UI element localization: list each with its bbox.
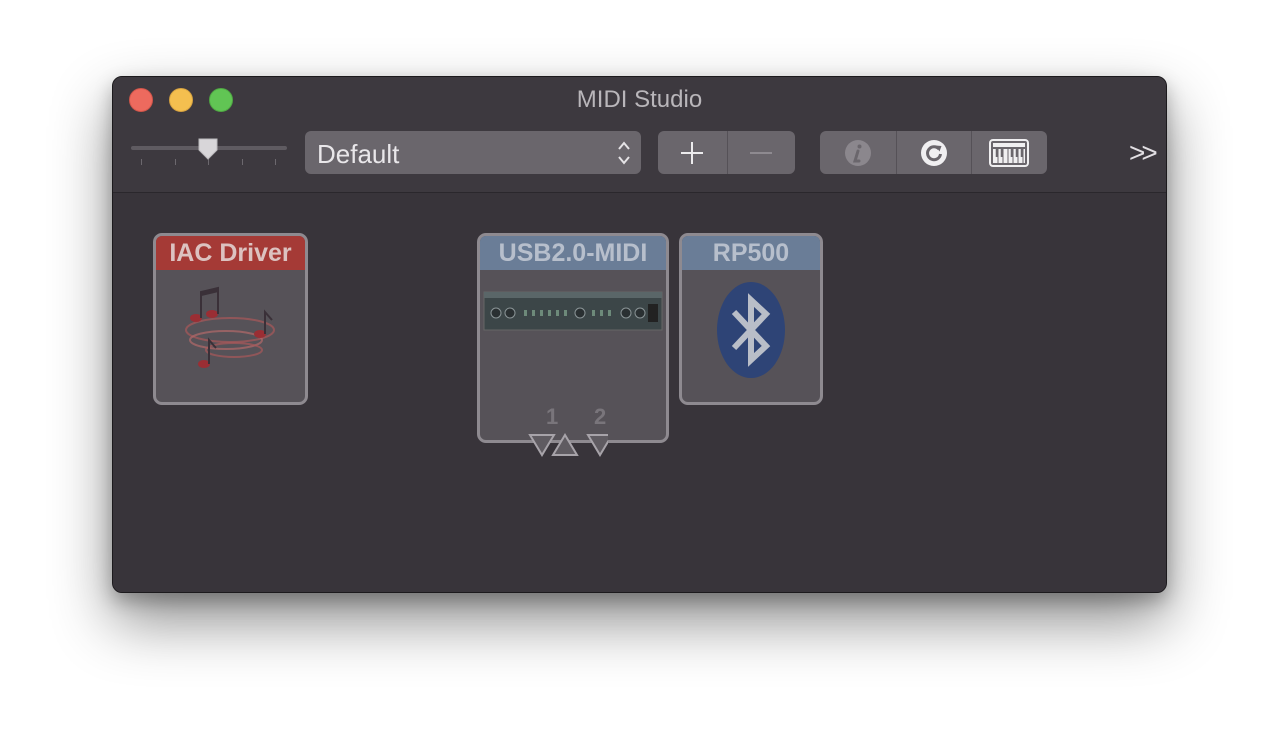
info-icon bbox=[844, 139, 871, 166]
slider-tick bbox=[175, 159, 176, 165]
midi-port-connectors[interactable] bbox=[528, 433, 608, 459]
window-title: MIDI Studio bbox=[576, 86, 703, 113]
midi-interface-icon bbox=[483, 291, 663, 331]
configuration-popup[interactable]: Default bbox=[305, 131, 641, 174]
slider-tick bbox=[275, 159, 276, 165]
show-info-button[interactable] bbox=[820, 131, 896, 174]
titlebar: MIDI Studio Default >> bbox=[113, 77, 1166, 193]
device-usb2-midi[interactable]: USB2.0-MIDI 1 2 bbox=[477, 233, 669, 443]
music-notes-icon bbox=[185, 286, 275, 368]
device-canvas: IAC Driver USB2.0-MIDI 1 2 RP500 bbox=[113, 193, 1166, 592]
remove-configuration-button[interactable] bbox=[726, 131, 796, 174]
bluetooth-icon bbox=[717, 282, 785, 378]
add-configuration-button[interactable] bbox=[658, 131, 727, 174]
rescan-midi-button[interactable] bbox=[895, 131, 972, 174]
device-name: USB2.0-MIDI bbox=[480, 236, 666, 270]
rescan-icon bbox=[920, 139, 947, 166]
device-name: IAC Driver bbox=[156, 236, 305, 270]
add-remove-segment bbox=[658, 131, 795, 174]
up-down-chevron-icon bbox=[618, 141, 630, 165]
device-rp500[interactable]: RP500 bbox=[679, 233, 823, 405]
device-name: RP500 bbox=[682, 236, 820, 270]
toolbar-overflow-button[interactable]: >> bbox=[1129, 137, 1158, 169]
slider-thumb[interactable] bbox=[197, 137, 219, 161]
slider-tick bbox=[242, 159, 243, 165]
slider-tick bbox=[141, 159, 142, 165]
icon-size-slider[interactable] bbox=[131, 135, 287, 167]
midi-studio-window: MIDI Studio Default >> IAC Driver USB2.0… bbox=[112, 76, 1167, 593]
configuration-value: Default bbox=[317, 139, 400, 169]
piano-keyboard-icon bbox=[989, 138, 1030, 167]
device-iac-driver[interactable]: IAC Driver bbox=[153, 233, 308, 405]
minus-icon bbox=[750, 151, 773, 154]
device-tools-segment bbox=[820, 131, 1047, 174]
test-setup-button[interactable] bbox=[971, 131, 1047, 174]
plus-icon bbox=[681, 141, 704, 164]
port-number: 1 bbox=[546, 404, 559, 429]
port-number: 2 bbox=[594, 404, 607, 429]
